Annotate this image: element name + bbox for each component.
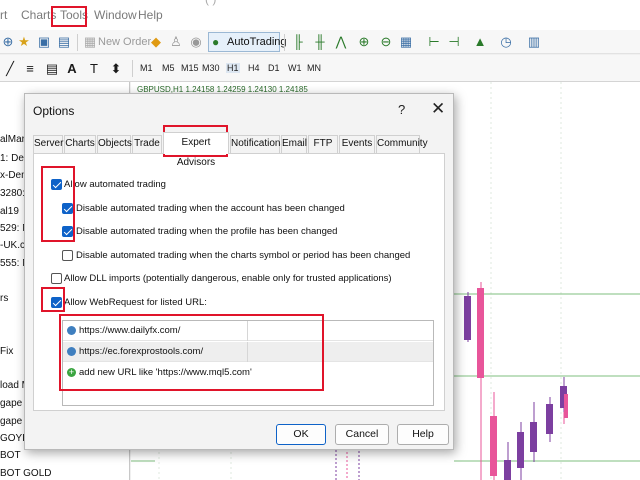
favorites-icon[interactable]: ★ xyxy=(16,34,32,50)
allow-automated-label: Allow automated trading xyxy=(64,179,166,190)
new-order-icon[interactable]: ▦ xyxy=(82,34,98,50)
webrequest-checkbox-annotation-box xyxy=(41,287,65,312)
navigator-item[interactable]: BOT xyxy=(0,450,21,461)
new-order-button[interactable]: New Order xyxy=(98,36,151,48)
metaeditor-icon[interactable]: ◆ xyxy=(148,34,164,50)
disable-profile-label: Disable automated trading when the profi… xyxy=(76,226,338,237)
trendline-icon[interactable]: ╱ xyxy=(2,61,18,77)
market-icon[interactable]: ♙ xyxy=(168,34,184,50)
navigator-item[interactable]: al19 xyxy=(0,206,19,217)
candle-body xyxy=(546,404,553,434)
navigator-item[interactable]: BOT GOLD xyxy=(0,468,52,479)
signals-icon[interactable]: ◉ xyxy=(188,34,204,50)
fibonacci-icon[interactable]: ≡ xyxy=(22,61,38,77)
tab-community[interactable]: Community xyxy=(376,135,428,153)
autotrading-icon: ● xyxy=(212,35,220,49)
help-icon[interactable]: ? xyxy=(398,102,405,117)
candlestick-icon[interactable]: ╫ xyxy=(312,34,328,50)
data-window-icon[interactable]: ▤ xyxy=(56,34,72,50)
timeframe-d1[interactable]: D1 xyxy=(268,63,280,73)
candle-body xyxy=(504,460,511,480)
tile-windows-icon[interactable]: ▦ xyxy=(398,34,414,50)
timeframe-m30[interactable]: M30 xyxy=(202,63,220,73)
ok-button[interactable]: OK xyxy=(276,424,326,445)
secondary-toolbar: ╱ ≡ ▤ A T ⬍ M1 M5 M15 M30 H1 H4 D1 W1 MN xyxy=(0,55,640,82)
timeframe-m1[interactable]: M1 xyxy=(140,63,153,73)
tab-events[interactable]: Events xyxy=(339,135,375,153)
text-label-icon[interactable]: T xyxy=(86,61,102,77)
navigator-item[interactable]: Fix xyxy=(0,346,13,357)
disable-symbol-checkbox[interactable] xyxy=(62,250,73,261)
tab-expert-advisors[interactable]: Expert Advisors xyxy=(163,132,229,168)
title-fragment: ( ) xyxy=(205,0,216,6)
tab-trade[interactable]: Trade xyxy=(132,135,162,153)
autotrading-button[interactable]: ● AutoTrading xyxy=(208,32,287,52)
text-tool-icon[interactable]: A xyxy=(64,61,80,77)
bar-chart-icon[interactable]: ╟ xyxy=(290,34,306,50)
candle-body xyxy=(477,288,484,378)
timeframe-mn[interactable]: MN xyxy=(307,63,321,73)
timeframe-h1[interactable]: H1 xyxy=(226,63,240,73)
options-dialog: Options ? ✕ Server Charts Objects Trade … xyxy=(24,93,454,450)
close-icon[interactable]: ✕ xyxy=(431,99,445,119)
dialog-title: Options xyxy=(33,104,75,118)
tools-annotation-box xyxy=(51,6,87,27)
menu-file-fragment[interactable]: rt xyxy=(0,8,7,22)
tab-ftp[interactable]: FTP xyxy=(308,135,338,153)
arrows-icon[interactable]: ⬍ xyxy=(108,61,124,77)
timeframe-m5[interactable]: M5 xyxy=(162,63,175,73)
toolbar-separator xyxy=(77,34,78,51)
cancel-button[interactable]: Cancel xyxy=(335,424,389,445)
line-chart-icon[interactable]: ⋀ xyxy=(333,34,349,50)
toolbar-separator xyxy=(284,34,285,51)
url-list-annotation-box xyxy=(59,314,324,391)
chart-shift-icon[interactable]: ⊢ xyxy=(426,34,442,50)
help-button[interactable]: Help xyxy=(397,424,449,445)
main-toolbar: ⊕ ★ ▣ ▤ ▦ New Order ◆ ♙ ◉ ● AutoTrading … xyxy=(0,30,640,54)
crosshair-icon[interactable]: ⊕ xyxy=(0,34,16,50)
automated-trading-annotation-box xyxy=(41,166,75,242)
tab-charts[interactable]: Charts xyxy=(64,135,96,153)
tab-notifications[interactable]: Notifications xyxy=(230,135,285,153)
navigator-icon[interactable]: ▣ xyxy=(36,34,52,50)
channel-icon[interactable]: ▤ xyxy=(44,61,60,77)
menu-help[interactable]: Help xyxy=(138,8,163,22)
autoscroll-icon[interactable]: ⊣ xyxy=(446,34,462,50)
candle-body xyxy=(564,394,568,418)
periods-icon[interactable]: ◷ xyxy=(498,34,514,50)
timeframe-m15[interactable]: M15 xyxy=(181,63,199,73)
indicators-icon[interactable]: ▲ xyxy=(472,34,488,50)
templates-icon[interactable]: ▥ xyxy=(526,34,542,50)
disable-symbol-label: Disable automated trading when the chart… xyxy=(76,250,411,261)
zoom-in-icon[interactable]: ⊕ xyxy=(356,34,372,50)
tab-email[interactable]: Email xyxy=(281,135,307,153)
timeframe-w1[interactable]: W1 xyxy=(288,63,302,73)
navigator-item[interactable]: rs xyxy=(0,293,8,304)
allow-dll-checkbox[interactable] xyxy=(51,273,62,284)
autotrading-label: AutoTrading xyxy=(227,36,287,48)
menu-window[interactable]: Window xyxy=(94,8,137,22)
toolbar-separator xyxy=(132,60,133,77)
candle-body xyxy=(464,296,471,340)
tab-server[interactable]: Server xyxy=(33,135,63,153)
candle-body xyxy=(530,422,537,452)
allow-webrequest-label: Allow WebRequest for listed URL: xyxy=(64,297,207,308)
disable-account-label: Disable automated trading when the accou… xyxy=(76,203,345,214)
allow-dll-label: Allow DLL imports (potentially dangerous… xyxy=(64,273,392,284)
tab-objects[interactable]: Objects xyxy=(97,135,132,153)
zoom-out-icon[interactable]: ⊖ xyxy=(378,34,394,50)
timeframe-h4[interactable]: H4 xyxy=(248,63,260,73)
candle-body xyxy=(490,416,497,476)
candle-body xyxy=(517,432,524,468)
menu-bar: rt Charts Tools Window Help ( ) xyxy=(0,0,640,30)
